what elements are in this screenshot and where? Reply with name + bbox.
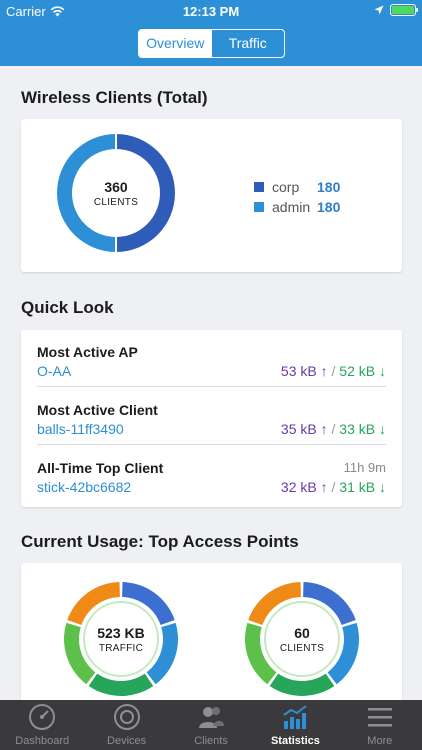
row-traffic: 32 kB ↑ / 31 kB ↓ — [280, 479, 386, 495]
legend-name: admin — [272, 199, 311, 215]
menu-icon — [367, 708, 392, 727]
clients-donut-chart: 360 CLIENTS — [57, 134, 175, 252]
ap-clients-value: 60 — [294, 624, 310, 641]
row-traffic: 53 kB ↑ / 52 kB ↓ — [280, 363, 386, 379]
row-link[interactable]: stick-42bc6682 — [37, 479, 131, 495]
battery-icon — [390, 4, 418, 16]
users-icon — [199, 707, 225, 728]
row-link[interactable]: O-AA — [37, 363, 71, 379]
row-link[interactable]: balls-11ff3490 — [37, 421, 124, 437]
target-icon — [113, 704, 140, 730]
traffic-value: 523 KB — [97, 624, 145, 641]
row-traffic: 35 kB ↑ / 33 kB ↓ — [280, 421, 386, 437]
row-duration: 11h 9m — [343, 460, 386, 475]
ap-clients-ring-chart[interactable]: 60 CLIENTS — [244, 581, 360, 697]
quick-look-row-active-ap[interactable]: Most Active AP O-AA 53 kB ↑ / 52 kB ↓ — [37, 330, 386, 387]
row-label: Most Active Client — [37, 402, 158, 418]
segment-overview[interactable]: Overview — [139, 30, 212, 57]
quick-look-card: Most Active AP O-AA 53 kB ↑ / 52 kB ↓ Mo… — [21, 330, 402, 507]
traffic-label: TRAFFIC — [98, 642, 144, 654]
wireless-clients-card: 360 CLIENTS corp 180 admin 180 — [21, 119, 402, 272]
traffic-ring-chart[interactable]: 523 KB TRAFFIC — [63, 581, 179, 697]
current-usage-card: 523 KB TRAFFIC 60 CLIENTS — [21, 563, 402, 700]
nav-bar: Overview Traffic — [0, 22, 422, 66]
legend-value: 180 — [317, 199, 341, 215]
wireless-clients-title: Wireless Clients (Total) — [21, 88, 208, 107]
location-arrow-icon — [374, 5, 384, 15]
row-divider — [37, 386, 386, 387]
legend-value: 180 — [317, 179, 341, 195]
ap-clients-label: CLIENTS — [279, 642, 325, 654]
quick-look-title: Quick Look — [21, 298, 114, 317]
legend-name: corp — [272, 179, 300, 195]
clients-total-label: CLIENTS — [93, 196, 139, 208]
clients-legend: corp 180 admin 180 — [254, 177, 340, 217]
tab-label: More — [367, 735, 393, 747]
tab-clients[interactable]: Clients — [169, 700, 253, 750]
quick-look-row-top-client[interactable]: All-Time Top Client 11h 9m stick-42bc668… — [37, 446, 386, 503]
view-segmented-control: Overview Traffic — [138, 29, 285, 58]
tab-bar: Dashboard Devices Clients Statistics Mor… — [0, 700, 422, 750]
tab-label: Dashboard — [15, 735, 70, 747]
current-usage-title: Current Usage: Top Access Points — [21, 532, 299, 551]
status-bar: Carrier 12:13 PM — [0, 0, 422, 22]
chart-icon — [283, 705, 308, 729]
tab-more[interactable]: More — [338, 700, 422, 750]
tab-statistics[interactable]: Statistics — [253, 700, 337, 750]
legend-item-corp: corp 180 — [254, 177, 340, 197]
gauge-icon — [29, 704, 56, 730]
row-divider — [37, 444, 386, 445]
clients-total: 360 — [104, 178, 128, 195]
tab-label: Devices — [107, 735, 147, 747]
tab-label: Statistics — [270, 735, 320, 747]
quick-look-row-active-client[interactable]: Most Active Client balls-11ff3490 35 kB … — [37, 388, 386, 445]
legend-item-admin: admin 180 — [254, 197, 340, 217]
clock: 12:13 PM — [182, 4, 240, 19]
row-label: All-Time Top Client — [37, 460, 164, 476]
statistics-content[interactable]: Wireless Clients (Total) 360 CLIENTS cor… — [0, 66, 422, 700]
tab-dashboard[interactable]: Dashboard — [0, 700, 84, 750]
tab-label: Clients — [194, 735, 228, 747]
tab-devices[interactable]: Devices — [84, 700, 168, 750]
row-label: Most Active AP — [37, 344, 138, 360]
legend-swatch — [254, 182, 264, 192]
legend-swatch — [254, 202, 264, 212]
segment-traffic[interactable]: Traffic — [212, 30, 285, 57]
